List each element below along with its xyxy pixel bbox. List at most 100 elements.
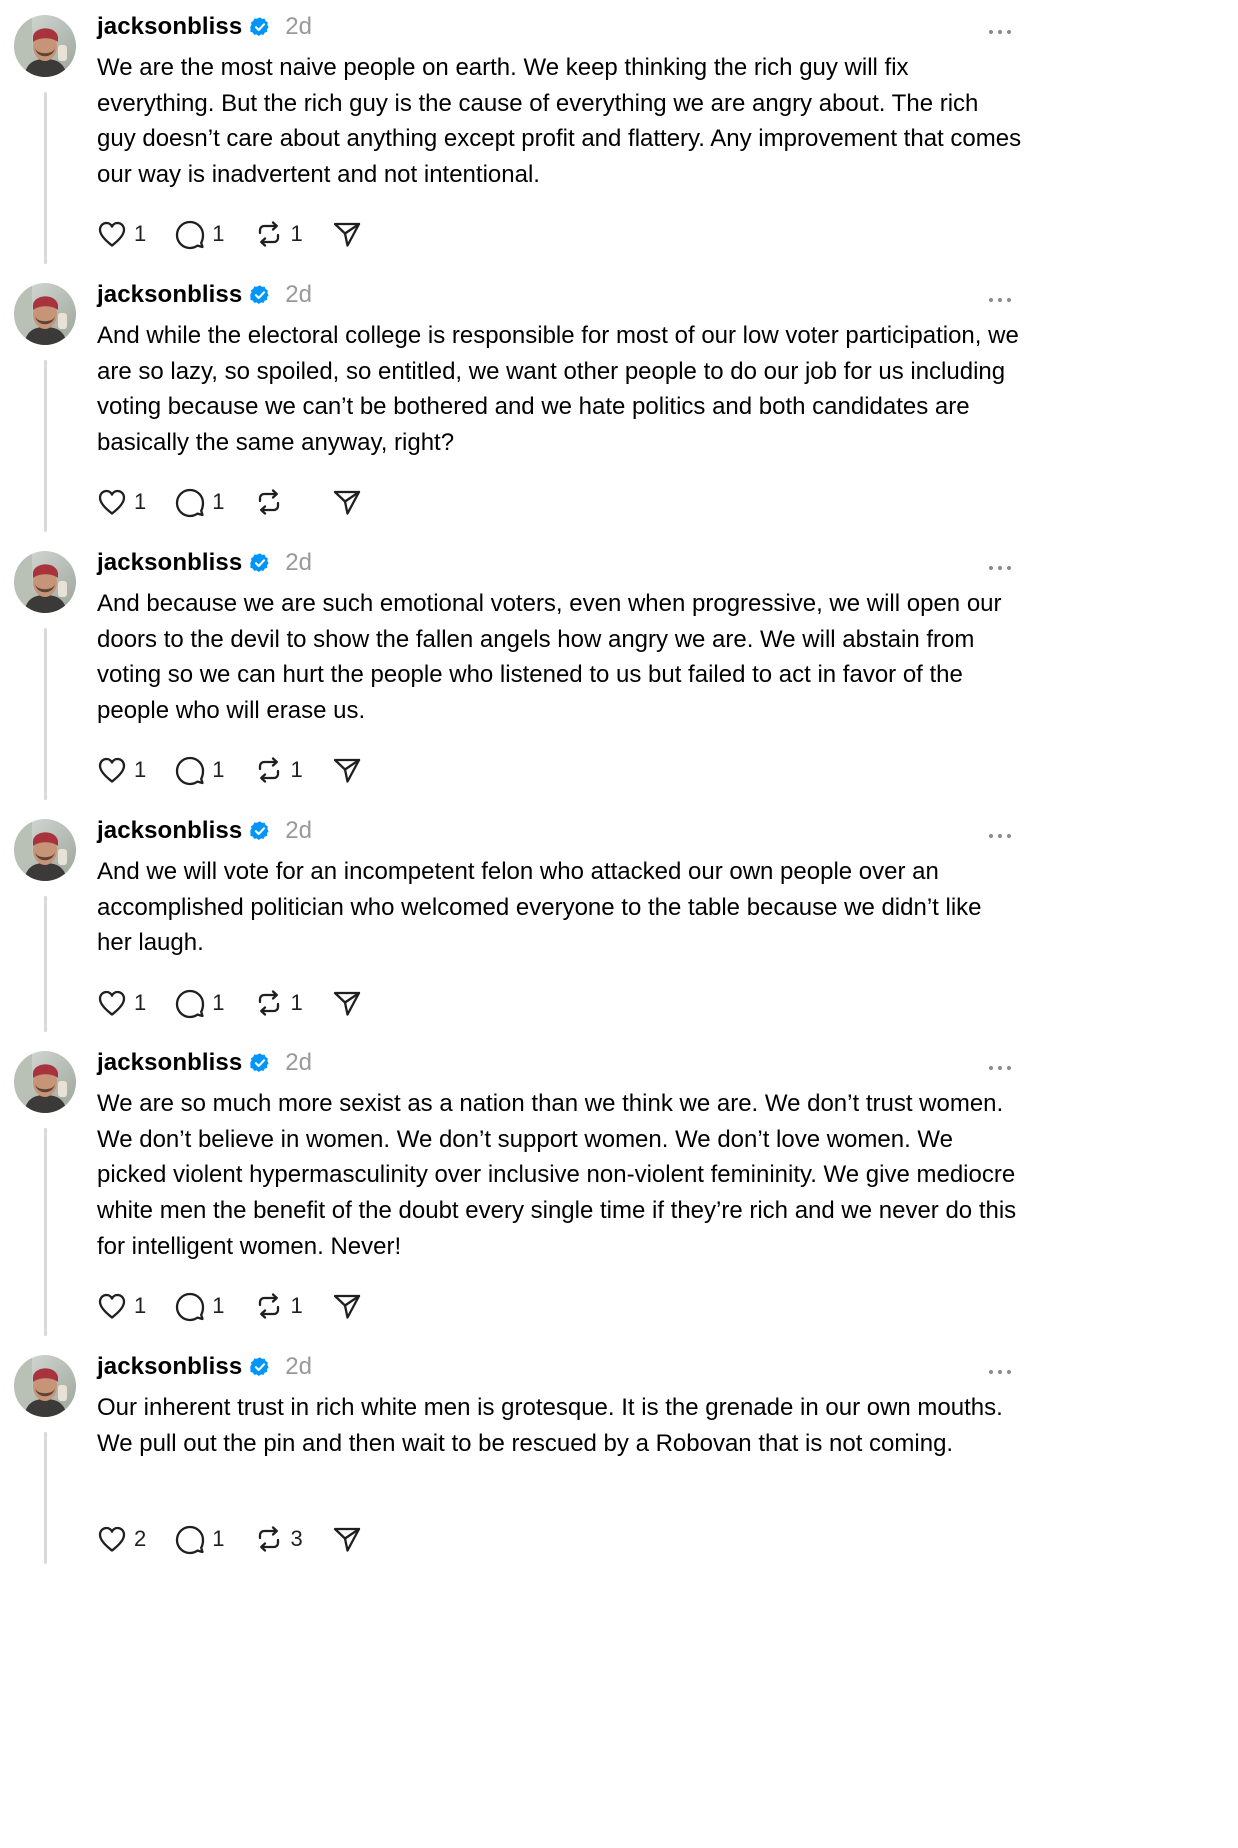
avatar[interactable] xyxy=(14,551,76,613)
verified-badge-icon xyxy=(249,552,271,574)
more-options-icon[interactable] xyxy=(988,23,1012,35)
avatar[interactable] xyxy=(14,819,76,881)
share-button[interactable] xyxy=(331,218,363,250)
like-count: 1 xyxy=(134,221,147,246)
share-button[interactable] xyxy=(331,754,363,786)
post-actions: 1 1 1 xyxy=(96,1290,391,1322)
paper-plane-icon xyxy=(331,754,363,786)
share-button[interactable] xyxy=(331,987,363,1019)
username-link[interactable]: jacksonbliss xyxy=(97,281,242,309)
thread-connector-line xyxy=(44,92,47,264)
repost-arrows-icon xyxy=(253,486,285,518)
thread-post: jacksonbliss 2d We are the most naive peop… xyxy=(0,0,1038,268)
post-actions: 1 1 1 xyxy=(96,987,391,1019)
heart-icon xyxy=(96,754,128,786)
reply-button[interactable]: 1 xyxy=(174,1290,225,1322)
more-options-icon[interactable] xyxy=(988,827,1012,839)
post-timestamp[interactable]: 2d xyxy=(285,1353,312,1381)
repost-count: 1 xyxy=(290,990,303,1015)
post-header: jacksonbliss 2d xyxy=(97,814,312,848)
like-button[interactable]: 2 xyxy=(96,1523,146,1555)
post-timestamp[interactable]: 2d xyxy=(285,13,312,41)
post-text: Our inherent trust in rich white men is … xyxy=(97,1394,1003,1457)
reply-count: 1 xyxy=(212,757,225,782)
like-button[interactable]: 1 xyxy=(96,1290,146,1322)
repost-arrows-icon xyxy=(253,1290,285,1322)
avatar[interactable] xyxy=(14,1051,76,1113)
username-link[interactable]: jacksonbliss xyxy=(97,549,242,577)
reply-button[interactable]: 1 xyxy=(174,1523,225,1555)
repost-count: 3 xyxy=(290,1526,303,1551)
avatar[interactable] xyxy=(14,1355,76,1417)
repost-button[interactable]: 1 xyxy=(253,218,303,250)
verified-badge-icon xyxy=(249,1052,271,1074)
username-link[interactable]: jacksonbliss xyxy=(97,13,242,41)
reply-button[interactable]: 1 xyxy=(174,754,225,786)
avatar[interactable] xyxy=(14,15,76,77)
reply-button[interactable]: 1 xyxy=(174,486,225,518)
like-count: 1 xyxy=(134,757,147,782)
speech-bubble-icon xyxy=(174,754,206,786)
post-text: We are so much more sexist as a nation t… xyxy=(97,1090,1017,1260)
like-button[interactable]: 1 xyxy=(96,218,146,250)
share-button[interactable] xyxy=(331,1523,363,1555)
repost-count: 1 xyxy=(290,221,303,246)
thread-post: jacksonbliss 2d Our inherent trust in rich… xyxy=(0,1340,1038,1568)
post-timestamp[interactable]: 2d xyxy=(285,549,312,577)
paper-plane-icon xyxy=(331,1523,363,1555)
post-header: jacksonbliss 2d xyxy=(97,1350,312,1384)
reply-button[interactable]: 1 xyxy=(174,218,225,250)
thread-connector-line xyxy=(44,896,47,1032)
repost-button[interactable] xyxy=(253,486,303,518)
thread: jacksonbliss 2d We are the most naive peop… xyxy=(0,0,1038,1568)
post-header: jacksonbliss 2d xyxy=(97,1046,312,1080)
heart-icon xyxy=(96,218,128,250)
speech-bubble-icon xyxy=(174,486,206,518)
speech-bubble-icon xyxy=(174,1523,206,1555)
reply-count: 1 xyxy=(212,1293,225,1318)
verified-badge-icon xyxy=(249,16,271,38)
verified-badge-icon xyxy=(249,1356,271,1378)
heart-icon xyxy=(96,987,128,1019)
more-options-icon[interactable] xyxy=(988,559,1012,571)
thread-post: jacksonbliss 2d We are so much more sexist… xyxy=(0,1036,1038,1340)
reply-count: 1 xyxy=(212,1526,225,1551)
username-link[interactable]: jacksonbliss xyxy=(97,817,242,845)
speech-bubble-icon xyxy=(174,987,206,1019)
speech-bubble-icon xyxy=(174,218,206,250)
repost-arrows-icon xyxy=(253,754,285,786)
more-options-icon[interactable] xyxy=(988,1059,1012,1071)
repost-button[interactable]: 1 xyxy=(253,754,303,786)
post-text: And while the electoral college is respo… xyxy=(97,322,1019,457)
post-timestamp[interactable]: 2d xyxy=(285,817,312,845)
reply-button[interactable]: 1 xyxy=(174,987,225,1019)
repost-button[interactable]: 1 xyxy=(253,987,303,1019)
like-button[interactable]: 1 xyxy=(96,486,146,518)
share-button[interactable] xyxy=(331,1290,363,1322)
post-actions: 1 1 1 xyxy=(96,754,391,786)
post-header: jacksonbliss 2d xyxy=(97,546,312,580)
like-button[interactable]: 1 xyxy=(96,754,146,786)
username-link[interactable]: jacksonbliss xyxy=(97,1049,242,1077)
repost-button[interactable]: 1 xyxy=(253,1290,303,1322)
post-timestamp[interactable]: 2d xyxy=(285,281,312,309)
like-count: 1 xyxy=(134,1293,147,1318)
post-text: We are the most naive people on earth. W… xyxy=(97,54,1022,189)
reply-count: 1 xyxy=(212,990,225,1015)
repost-count: 1 xyxy=(290,1293,303,1318)
repost-button[interactable]: 3 xyxy=(253,1523,303,1555)
paper-plane-icon xyxy=(331,987,363,1019)
username-link[interactable]: jacksonbliss xyxy=(97,1353,242,1381)
more-options-icon[interactable] xyxy=(988,1363,1012,1375)
like-button[interactable]: 1 xyxy=(96,987,146,1019)
avatar[interactable] xyxy=(14,283,76,345)
repost-arrows-icon xyxy=(253,1523,285,1555)
thread-post: jacksonbliss 2d And while the electoral co… xyxy=(0,268,1038,536)
post-timestamp[interactable]: 2d xyxy=(285,1049,312,1077)
post-actions: 11 xyxy=(96,486,391,518)
reply-count: 1 xyxy=(212,489,225,514)
more-options-icon[interactable] xyxy=(988,291,1012,303)
paper-plane-icon xyxy=(331,218,363,250)
like-count: 1 xyxy=(134,990,147,1015)
share-button[interactable] xyxy=(331,486,363,518)
